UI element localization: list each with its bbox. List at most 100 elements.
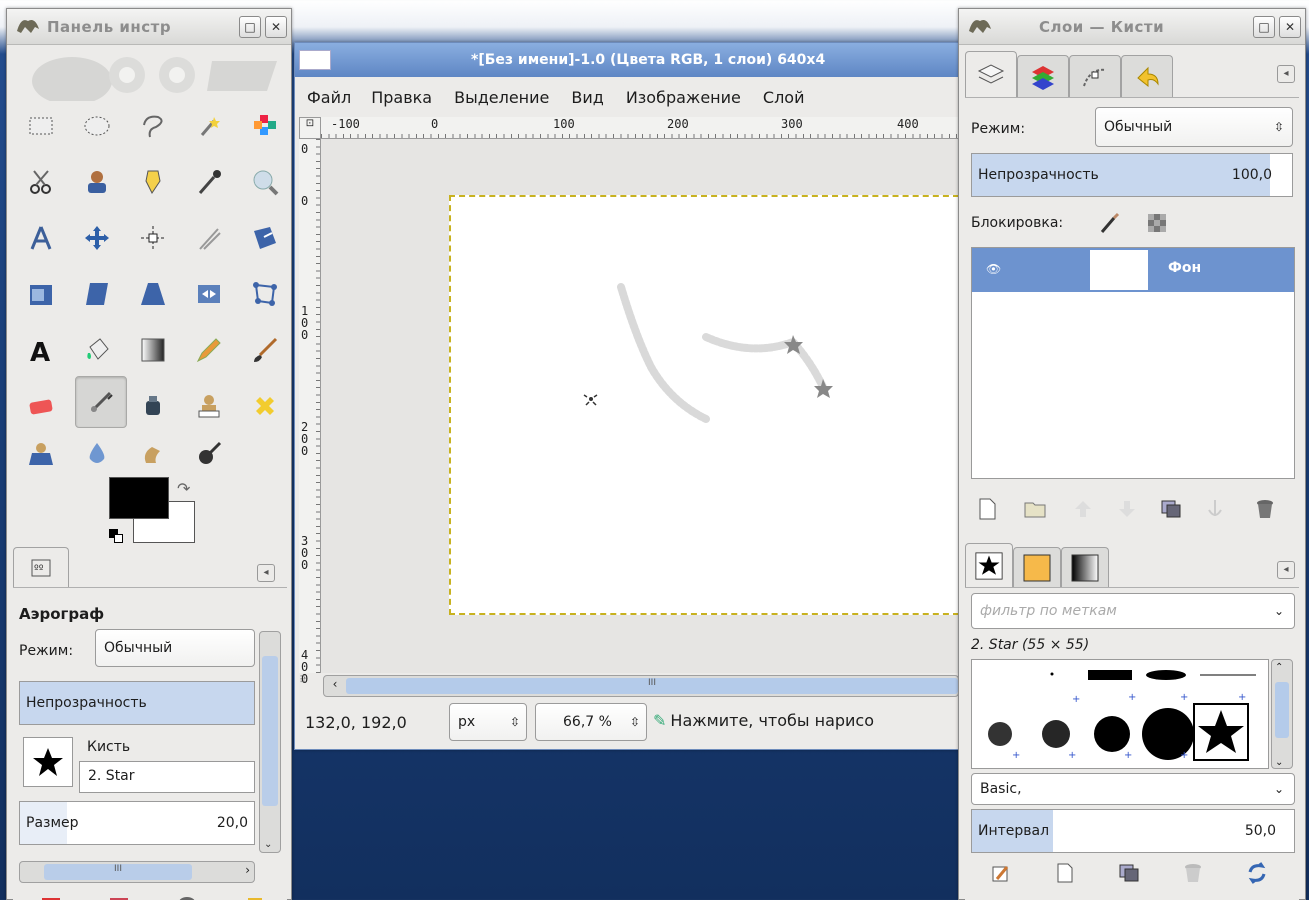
rect-select-icon[interactable] [19,104,63,148]
delete-layer-icon[interactable] [1251,495,1279,523]
close-icon[interactable]: ✕ [1279,15,1301,38]
ellipse-select-icon[interactable] [75,104,119,148]
raise-layer-icon[interactable] [1069,495,1097,523]
brush-grid[interactable]: + + + + + + + + [971,659,1269,769]
color-picker-icon[interactable] [187,160,231,204]
dodge-burn-icon[interactable] [187,432,231,476]
brush-preview[interactable] [23,737,73,787]
perspective-icon[interactable] [131,272,175,316]
lower-layer-icon[interactable] [1113,495,1141,523]
measure-icon[interactable] [19,216,63,260]
tab-layers[interactable] [965,51,1017,97]
unit-select[interactable]: px ⇳ [449,703,527,741]
shear-icon[interactable] [75,272,119,316]
menu-image[interactable]: Изображение [626,88,741,107]
scissors-select-icon[interactable] [19,160,63,204]
menu-layer[interactable]: Слой [763,88,805,107]
paths-icon[interactable] [131,160,175,204]
lock-alpha-icon[interactable] [1143,209,1171,237]
ruler-corner[interactable]: ⊡ [299,117,321,139]
list-item[interactable]: 👁 Фон [972,248,1294,292]
new-layer-group-icon[interactable] [1021,495,1049,523]
restore-options-icon[interactable] [105,887,133,900]
layers-titlebar[interactable]: Слои — Кисти □ ✕ [959,9,1305,45]
brush-name-field[interactable]: 2. Star [79,761,255,793]
canvas-area[interactable] [321,139,959,673]
ink-icon[interactable] [131,384,175,428]
reset-options-icon[interactable] [241,887,269,900]
size-slider[interactable]: Размер 20,0 [19,801,255,845]
opacity-slider[interactable]: Непрозрачность [19,681,255,725]
tab-tool-options[interactable]: ºº [13,547,69,587]
foreground-color-swatch[interactable] [109,477,169,519]
cage-transform-icon[interactable] [243,272,287,316]
toolbox-hscroll[interactable]: III › [19,861,255,883]
clone-icon[interactable] [187,384,231,428]
select-by-color-icon[interactable] [243,104,287,148]
delete-brush-icon[interactable] [1179,859,1207,887]
dock-menu-icon[interactable]: ◂ [257,564,275,582]
layer-opacity-slider[interactable]: Непрозрачность 100,0 [971,153,1293,197]
pencil-icon[interactable] [187,328,231,372]
bucket-fill-icon[interactable] [75,328,119,372]
flip-icon[interactable] [187,272,231,316]
visibility-eye-icon[interactable]: 👁 [986,262,1001,276]
tab-channels[interactable] [1017,55,1069,97]
delete-options-icon[interactable] [173,887,201,900]
canvas-hscroll[interactable]: ‹ III [323,675,959,697]
maximize-icon[interactable]: □ [239,15,261,38]
eraser-icon[interactable] [19,384,63,428]
tab-paths[interactable] [1069,55,1121,97]
duplicate-layer-icon[interactable] [1157,495,1185,523]
brush-grid-scrollbar[interactable]: ⌃ ⌄ [1271,659,1293,769]
text-icon[interactable]: A [19,328,63,372]
blur-icon[interactable] [75,432,119,476]
paintbrush-icon[interactable] [243,328,287,372]
maximize-icon[interactable]: □ [1253,15,1275,38]
layer-mode-select[interactable]: Обычный ⇳ [1095,107,1293,147]
brush-tag-filter[interactable]: фильтр по меткам ⌄ [971,593,1295,629]
align-icon[interactable] [131,216,175,260]
brush-dock-menu-icon[interactable]: ◂ [1277,561,1295,579]
toolbox-titlebar[interactable]: Панель инстр □ ✕ [7,9,291,45]
new-layer-icon[interactable] [973,495,1001,523]
rotate-icon[interactable] [243,216,287,260]
smudge-icon[interactable] [131,432,175,476]
tab-patterns[interactable] [1013,547,1061,587]
layer-list[interactable]: 👁 Фон [971,247,1295,479]
refresh-brushes-icon[interactable] [1243,859,1271,887]
scale-icon[interactable] [19,272,63,316]
spacing-slider[interactable]: Интервал 50,0 [971,809,1295,853]
menu-edit[interactable]: Правка [371,88,432,107]
mode-select[interactable]: Обычный [95,629,255,667]
lasso-select-icon[interactable] [131,104,175,148]
heal-icon[interactable] [243,384,287,428]
default-colors-icon[interactable] [109,529,123,543]
image-canvas[interactable] [449,195,959,615]
menu-file[interactable]: Файл [307,88,351,107]
new-brush-icon[interactable] [1051,859,1079,887]
image-titlebar[interactable]: *[Без имени]-1.0 (Цвета RGB, 1 слои) 640… [295,43,959,77]
move-icon[interactable] [75,216,119,260]
navigate-icon[interactable]: ⠿ [299,675,321,697]
anchor-layer-icon[interactable] [1201,495,1229,523]
layer-name[interactable]: Фон [1168,260,1201,276]
blend-icon[interactable] [131,328,175,372]
tab-brushes[interactable] [965,543,1013,587]
tab-gradients[interactable] [1061,547,1109,587]
edit-brush-icon[interactable] [987,859,1015,887]
close-icon[interactable]: ✕ [265,15,287,38]
menu-view[interactable]: Вид [571,88,603,107]
airbrush-icon[interactable] [75,376,127,428]
tab-undo-history[interactable] [1121,55,1173,97]
foreground-select-icon[interactable] [75,160,119,204]
swap-colors-icon[interactable]: ↷ [177,479,190,498]
zoom-field[interactable]: 66,7 % ⇳ [535,703,647,741]
save-options-icon[interactable] [37,887,65,900]
fuzzy-select-icon[interactable] [187,104,231,148]
perspective-clone-icon[interactable] [19,432,63,476]
dock-menu-icon[interactable]: ◂ [1277,65,1295,83]
menu-select[interactable]: Выделение [454,88,549,107]
zoom-icon[interactable] [243,160,287,204]
duplicate-brush-icon[interactable] [1115,859,1143,887]
